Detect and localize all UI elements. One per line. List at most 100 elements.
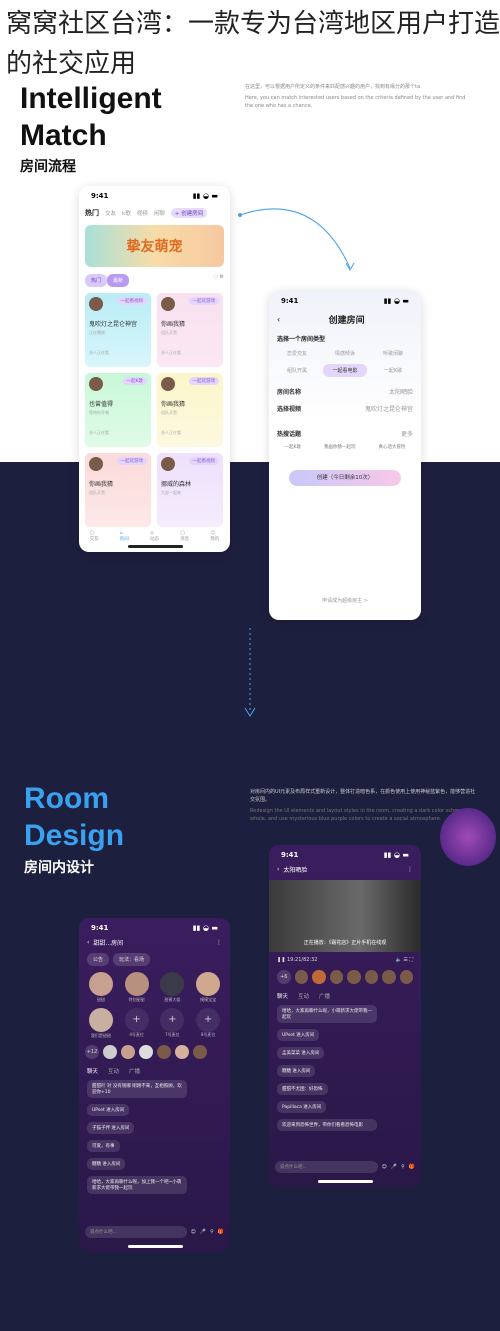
pause-icon[interactable]: ❚❚ 19:21/82:32 [277, 957, 317, 963]
nav-messages[interactable]: ◯ 消息 [180, 531, 189, 542]
tab-broadcast[interactable]: 广播 [129, 1067, 140, 1075]
input-bar: 说点什么吧... 😊 🎤 ⚲ 🎁 [275, 1161, 415, 1173]
nav-rooms[interactable]: ⌂ 房间 [120, 531, 129, 542]
topic-row[interactable]: 热搜话题 更多 [269, 425, 421, 442]
room-card[interactable]: 一起看视频 鬼吹灯之昆仑神宫 正在播放 多人正在看 [85, 293, 151, 367]
signal-icon: ▮▮ ◒ ▬ [383, 851, 409, 859]
filter-hot[interactable]: 热门 [85, 274, 108, 287]
tab-ksong[interactable]: k歌 [122, 209, 131, 217]
chat-message: Papillaca 进入房间 [277, 1101, 327, 1113]
tab-chat[interactable]: 聊天 [87, 1067, 98, 1075]
type-option[interactable]: 情感倾诉 [323, 347, 367, 360]
settings-icon[interactable]: ◌ ⚙ [214, 274, 224, 287]
chat-message: 哈哈，大家再聊什么呢，加上我一个吧~小萌新求大佬带我一起玩 [87, 1176, 187, 1194]
tab-interact[interactable]: 互动 [108, 1067, 119, 1075]
search-icon[interactable]: ⚲ [401, 1164, 405, 1170]
nav-friends[interactable]: ◯ 交友 [90, 531, 99, 542]
type-option[interactable]: 组队开黑 [275, 364, 319, 377]
super-host-link[interactable]: 申请成为超级房主 > [269, 597, 421, 604]
empty-seat[interactable]: +7号麦位 [155, 1008, 191, 1039]
seat[interactable]: 摸摸宝宝 [190, 972, 226, 1003]
chat-list: 甜甜吖 对 没有钱哪 刚刚不来，互相照顾，欢迎你+10 UPset 进入房间 子… [79, 1077, 230, 1197]
tab-chat[interactable]: 闲聊 [154, 209, 165, 217]
tab-hot[interactable]: 热门 [85, 208, 99, 218]
more-icon[interactable]: ⋮ [216, 939, 222, 946]
type-option-selected[interactable]: 一起看电影 [323, 364, 367, 377]
room-card[interactable]: 一起K歌 也曾值得 等待你开唱 多人正在看 [85, 373, 151, 447]
avatar [89, 377, 103, 391]
room-card[interactable]: 一起看视频 挪威的森林 大部一起来 [157, 453, 223, 527]
type-option[interactable]: 听歌闲聊 [371, 347, 415, 360]
emoji-icon[interactable]: 😊 [382, 1164, 387, 1170]
room-card[interactable]: 一起玩游戏 你画我猜 组队开黑 多人正在看 [157, 373, 223, 447]
empty-seat[interactable]: +4号麦位 [119, 1008, 155, 1039]
topic-chip[interactable]: 我画你猜一起玩 [324, 444, 356, 450]
voice-room-screen: 9:41 ▮▮ ◒ ▬ ‹ 甜甜...房间 ⋮ 公告 玩法：看场 甜甜 特别甜甜 甜蜜… [79, 918, 230, 1252]
seat[interactable]: 特别甜甜 [119, 972, 155, 1003]
filter-bar: 热门 最新 ◌ ⚙ [79, 272, 230, 289]
create-room-button[interactable]: + 创建房间 [170, 208, 208, 218]
seat[interactable]: 我们是甜甜 [83, 1008, 119, 1039]
chat-list: 哈哈，大家再聊什么呢，小萌新求大佬带我一起玩 UPset 进入房间 孟美菜菜 进… [269, 1002, 421, 1134]
video-player[interactable]: 正在播放：《霜花店》正片手机在线观 [269, 880, 421, 952]
input-bar: 说点什么吧... 😊 🎤 ⚲ 🎁 [85, 1226, 224, 1238]
tab-friends[interactable]: 交友 [105, 209, 116, 217]
home-indicator [127, 1245, 183, 1248]
player-controls: ❚❚ 19:21/82:32 🔈 ☰ ⛶ [269, 952, 421, 968]
chat-input[interactable]: 说点什么吧... [85, 1226, 187, 1238]
mic-icon[interactable]: 🎤 [200, 1229, 206, 1235]
dark-background [0, 462, 500, 1331]
tab-video[interactable]: 视频 [137, 209, 148, 217]
bottom-nav: ◯ 交友 ⌂ 房间 ◎ 动态 ◯ 消息 ☺ 我的 [79, 527, 230, 542]
topic-chip[interactable]: 真心话大冒险 [378, 444, 405, 450]
type-option[interactable]: 恋爱交友 [275, 347, 319, 360]
topic-chip[interactable]: 一起K歌 [285, 444, 301, 450]
section2-title: Room Design [24, 782, 125, 852]
notice-tag[interactable]: 公告 [87, 953, 110, 966]
back-icon[interactable]: ‹ [87, 939, 89, 946]
avatar [89, 297, 103, 311]
seat-grid: 甜甜 特别甜甜 甜蜜大姐 摸摸宝宝 我们是甜甜 +4号麦位 +7号麦位 +8号麦… [79, 972, 230, 1039]
chat-tabs: 聊天 互动 广播 [269, 986, 421, 1002]
tab-broadcast[interactable]: 广播 [319, 992, 330, 1000]
chat-message: 欢迎来到恐怖世界，带你们看看恐怖电影 [277, 1119, 377, 1131]
video-room-screen: 9:41 ▮▮ ◒ ▬ ‹ 太阳晒脸 ⋮ 正在播放：《霜花店》正片手机在线观 ❚❚ … [269, 845, 421, 1187]
empty-seat[interactable]: +8号麦位 [190, 1008, 226, 1039]
mascot-icon [440, 808, 496, 866]
chat-input[interactable]: 说点什么吧... [275, 1161, 378, 1173]
gift-icon[interactable]: 🎁 [409, 1164, 415, 1170]
tab-interact[interactable]: 互动 [298, 992, 309, 1000]
status-time: 9:41 [91, 192, 109, 200]
signal-icon: ▮▮ ◒ ▬ [383, 297, 409, 305]
back-icon[interactable]: ‹ [277, 866, 279, 873]
section1-title: Intelligent Match [20, 82, 162, 152]
room-name-row[interactable]: 房间名称 太阳晒脸 [269, 383, 421, 400]
emoji-icon[interactable]: 😊 [191, 1229, 196, 1235]
room-card[interactable]: 一起玩游戏 你画我猜 组队开黑 多人正在看 [157, 293, 223, 367]
seat[interactable]: 甜蜜大姐 [155, 972, 191, 1003]
chat-message: 子猫子伴 进入房间 [87, 1122, 135, 1134]
tab-chat[interactable]: 聊天 [277, 992, 288, 1000]
mic-icon[interactable]: 🎤 [391, 1164, 397, 1170]
nav-profile[interactable]: ☺ 我的 [210, 531, 219, 542]
page-headline: 窝窝社区台湾：一款专为台湾地区用户打造的社交应用 [6, 9, 500, 79]
home-indicator [318, 1180, 373, 1183]
player-icons[interactable]: 🔈 ☰ ⛶ [396, 957, 413, 963]
gift-icon[interactable]: 🎁 [218, 1229, 224, 1235]
home-indicator [127, 545, 183, 548]
section1-description: 在这里，可以根据用户所定义的条件来匹配感兴趣的用户，找到有缘分的那个ta Here… [245, 84, 466, 109]
room-grid: 一起看视频 鬼吹灯之昆仑神宫 正在播放 多人正在看 一起玩游戏 你画我猜 组队开黑 多人正在… [79, 289, 230, 529]
seat[interactable]: 甜甜 [83, 972, 119, 1003]
type-option[interactable]: 一起K歌 [371, 364, 415, 377]
video-row[interactable]: 选择视频 鬼吹灯之昆仑神宫 [269, 400, 421, 417]
filter-new[interactable]: 最新 [107, 274, 130, 287]
nav-feed[interactable]: ◎ 动态 [150, 531, 159, 542]
banner[interactable]: 挚友萌宠 [85, 225, 224, 267]
section1-subtitle: 房间流程 [20, 159, 76, 175]
signal-icon: ▮▮ ◒ ▬ [192, 192, 218, 200]
search-icon[interactable]: ⚲ [210, 1229, 214, 1235]
more-icon[interactable]: ⋮ [407, 866, 413, 873]
room-card[interactable]: 一起玩游戏 你画我猜 组队开黑 [85, 453, 151, 527]
create-button[interactable]: 创建（今日剩余10次） [289, 470, 401, 486]
mode-tag[interactable]: 玩法：看场 [113, 953, 151, 966]
